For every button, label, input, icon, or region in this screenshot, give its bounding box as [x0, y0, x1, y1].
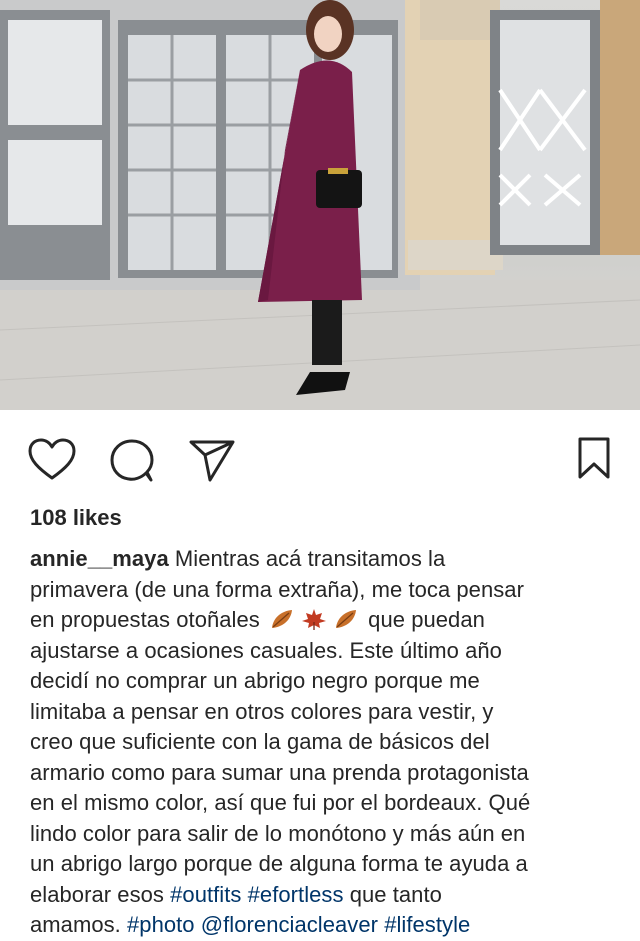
hashtag-efortless[interactable]: #efortless [248, 882, 344, 907]
caption-line: ajustarse a ocasiones casuales. Este últ… [30, 637, 502, 663]
likes-count[interactable]: 108 likes [30, 505, 122, 531]
action-bar [0, 430, 640, 490]
username-link[interactable]: annie__maya [30, 546, 169, 571]
caption-line: en el mismo color, así que fui por el bo… [30, 790, 531, 815]
caption-line: amamos. #photo @florenciacleaver #lifest… [30, 910, 620, 941]
caption-line: annie__maya Mientras acá transitamos la [30, 544, 620, 575]
caption-text: en propuestas otoñales [30, 607, 260, 632]
maple-leaf-icon [302, 609, 326, 630]
caption-text: que puedan [368, 607, 485, 632]
photo-illustration [0, 0, 640, 410]
caption-line: decidí no comprar un abrigo negro porque… [30, 668, 480, 693]
caption-line: elaborar esos #outfits #efortless que ta… [30, 880, 620, 911]
caption-text: que tanto [349, 881, 442, 907]
fallen-leaf-icon [336, 610, 356, 628]
caption-line: lindo color para salir de lo monótono y … [30, 820, 526, 846]
heart-icon[interactable] [28, 438, 76, 482]
caption-line: un abrigo largo porque de alguna forma t… [30, 851, 528, 876]
post-caption: annie__maya Mientras acá transitamos la … [30, 544, 620, 941]
caption-text: elaborar esos [30, 881, 164, 907]
caption-line: armario como para sumar una prenda prota… [30, 759, 529, 785]
caption-line: limitaba a pensar en otros colores para … [30, 698, 494, 724]
caption-line: primavera (de una forma extraña), me toc… [30, 576, 524, 602]
fallen-leaf-icon [272, 610, 292, 628]
caption-line: creo que suficiente con la gama de básic… [30, 729, 490, 754]
caption-text: Mientras acá transitamos la [174, 546, 446, 571]
hashtag-outfits[interactable]: #outfits [170, 882, 241, 907]
bookmark-icon[interactable] [576, 436, 612, 480]
hashtag-lifestyle[interactable]: #lifestyle [384, 912, 470, 937]
post-photo[interactable] [0, 0, 640, 410]
comment-icon[interactable] [109, 438, 155, 482]
share-icon[interactable] [188, 438, 236, 482]
hashtag-photo[interactable]: #photo [127, 912, 195, 937]
caption-text: amamos. [30, 912, 121, 937]
caption-line: en propuestas otoñales que puedan [30, 605, 620, 636]
mention-link[interactable]: @florenciacleaver [201, 912, 378, 937]
